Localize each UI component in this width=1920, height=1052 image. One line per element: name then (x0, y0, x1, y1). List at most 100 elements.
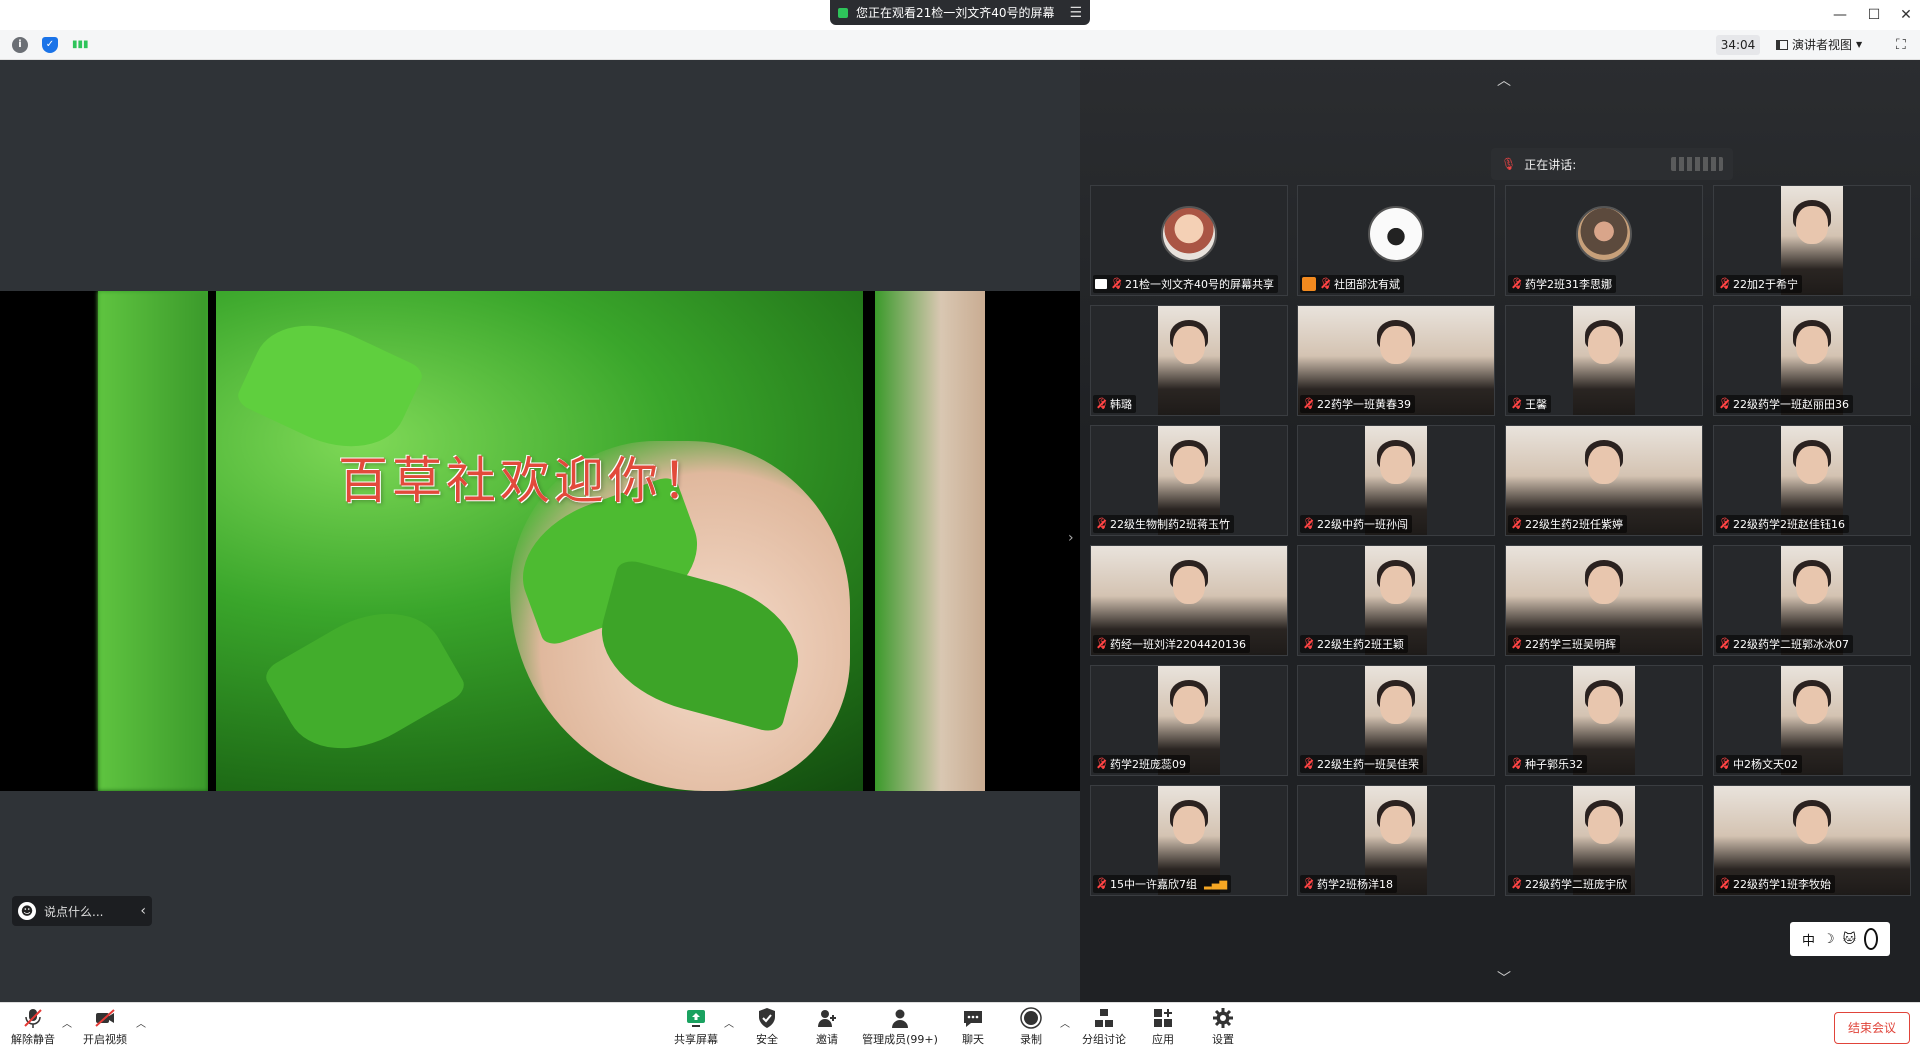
meeting-toolbar: 解除静音 ︿ 开启视频 ︿ 共享屏幕 ︿ 安全 邀请 管理成员(99+) 聊天 … (0, 1002, 1920, 1052)
record-label: 录制 (1020, 1033, 1042, 1046)
ime-toolbar[interactable]: 中 ☽ 🐱 (1790, 922, 1890, 956)
security-button[interactable]: 安全 (750, 1007, 784, 1051)
participant-label: 🎙 韩璐 (1093, 395, 1136, 413)
participant-tile[interactable]: 🎙 药经一班刘洋2204420136 (1090, 545, 1288, 656)
video-person-face (1173, 566, 1205, 604)
participant-tile[interactable]: 🎙 韩璐 (1090, 305, 1288, 416)
participant-label: 🎙 22级生药2班任紫婷 (1508, 515, 1627, 533)
unmute-button[interactable]: 解除静音 (10, 1007, 56, 1051)
chat-label: 聊天 (962, 1033, 984, 1046)
participant-tile[interactable]: 🎙 中2杨文天02 (1713, 665, 1911, 776)
share-options-caret[interactable]: ︿ (724, 1015, 734, 1030)
start-video-button[interactable]: 开启视频 (82, 1007, 128, 1051)
participant-tile[interactable]: 🎙 22级生物制药2班蒋玉竹 (1090, 425, 1288, 536)
participant-tile[interactable]: 🎙 22级药学1班李牧始 (1713, 785, 1911, 896)
shared-slide: 百草社欢迎你！ (0, 291, 1080, 791)
participant-tile[interactable]: 🎙 22级药学二班庞宇欣 (1505, 785, 1703, 896)
ime-language[interactable]: 中 (1802, 930, 1815, 949)
video-person-face (1796, 806, 1828, 844)
active-speaker-indicator: 🎙 正在讲话: (1491, 148, 1733, 180)
participant-tile[interactable]: 🎙 社团部沈有斌 (1297, 185, 1495, 296)
settings-button[interactable]: 设置 (1206, 1007, 1240, 1051)
participant-name: 22药学一班黄春39 (1317, 398, 1411, 411)
chat-bubble-input[interactable]: ☻ 说点什么... ‹ (12, 896, 152, 926)
meeting-status-strip: i ✓ ▮▮▮ 34:04 演讲者视图 ▼ ⛶ (0, 30, 1920, 60)
participant-tile[interactable]: 🎙 22级生药2班任紫婷 (1505, 425, 1703, 536)
participant-tile[interactable]: 🎙 22级生药一班吴佳荣 (1297, 665, 1495, 776)
settings-label: 设置 (1212, 1033, 1234, 1046)
participant-tile[interactable]: 🎙 22药学三班吴明辉 (1505, 545, 1703, 656)
participant-tile[interactable]: 🎙 21检一刘文齐40号的屏幕共享 (1090, 185, 1288, 296)
participant-name: 22级药学2班赵佳钰16 (1733, 518, 1845, 531)
shield-icon[interactable]: ✓ (42, 37, 58, 53)
participant-label: 🎙 22加2于希宁 (1716, 275, 1802, 293)
mic-muted-icon: 🎙 (1110, 277, 1124, 290)
mic-muted-icon: 🎙 (1302, 757, 1316, 770)
participant-name: 22加2于希宁 (1733, 278, 1798, 291)
participant-tile[interactable]: 🎙 药学2班31李思娜 (1505, 185, 1703, 296)
audio-options-caret[interactable]: ︿ (62, 1015, 72, 1030)
mic-muted-icon: 🎙 (1095, 517, 1109, 530)
participant-tile[interactable]: 🎙 药学2班庞蕊09 (1090, 665, 1288, 776)
mic-muted-icon: 🎙 (1095, 877, 1109, 890)
security-label: 安全 (756, 1033, 778, 1046)
info-icon[interactable]: i (12, 37, 28, 53)
avatar (1576, 206, 1632, 262)
gallery-scroll-down-icon[interactable]: ﹀ (1494, 968, 1514, 988)
record-button[interactable]: 录制 (1014, 1007, 1048, 1051)
screen-share-icon (1095, 279, 1107, 289)
collapse-gallery-icon[interactable]: › (1068, 530, 1080, 550)
chat-button[interactable]: 聊天 (956, 1007, 990, 1051)
chevron-left-icon[interactable]: ‹ (140, 903, 146, 919)
breakout-label: 分组讨论 (1082, 1033, 1126, 1046)
participant-tile[interactable]: 🎙 22级药学一班赵丽田36 (1713, 305, 1911, 416)
viewing-banner[interactable]: 您正在观看21检一刘文齐40号的屏幕 ☰ (830, 0, 1090, 25)
participant-label: 🎙 药经一班刘洋2204420136 (1093, 635, 1250, 653)
participant-tile[interactable]: 🎙 22加2于希宁 (1713, 185, 1911, 296)
emoji-icon[interactable]: ☻ (18, 902, 36, 920)
moon-icon[interactable]: ☽ (1823, 932, 1835, 947)
participant-label: 🎙 21检一刘文齐40号的屏幕共享 (1093, 275, 1278, 293)
video-feed (1158, 306, 1220, 415)
end-meeting-button[interactable]: 结束会议 (1834, 1012, 1910, 1044)
manage-participants-button[interactable]: 管理成员(99+) (860, 1007, 940, 1051)
share-screen-button[interactable]: 共享屏幕 (672, 1007, 720, 1051)
video-person-face (1796, 446, 1828, 484)
participant-tile[interactable]: 🎙 药学2班杨洋18 (1297, 785, 1495, 896)
window-title-bar: 您正在观看21检一刘文齐40号的屏幕 ☰ — ☐ ✕ (0, 0, 1920, 30)
participant-name: 药学2班杨洋18 (1317, 878, 1393, 891)
video-options-caret[interactable]: ︿ (136, 1015, 146, 1030)
record-options-caret[interactable]: ︿ (1060, 1015, 1070, 1030)
participant-tile[interactable]: 🎙 22级生药2班王颖 (1297, 545, 1495, 656)
slide-right-edge (875, 291, 985, 791)
apps-button[interactable]: 应用 (1146, 1007, 1180, 1051)
ime-logo-icon[interactable] (1864, 928, 1878, 950)
participant-tile[interactable]: 🎙 王馨 (1505, 305, 1703, 416)
signal-strength-icon[interactable]: ▮▮▮ (72, 37, 89, 53)
participant-tile[interactable]: 🎙 22级中药一班孙闯 (1297, 425, 1495, 536)
mic-muted-icon: 🎙 (1319, 277, 1333, 290)
breakout-rooms-button[interactable]: 分组讨论 (1080, 1007, 1128, 1051)
video-off-icon (95, 1009, 115, 1027)
view-mode-button[interactable]: 演讲者视图 ▼ (1776, 35, 1882, 55)
participant-name: 中2杨文天02 (1733, 758, 1798, 771)
participant-label: 🎙 22药学三班吴明辉 (1508, 635, 1620, 653)
banner-menu-icon[interactable]: ☰ (1069, 5, 1082, 21)
participant-tile[interactable]: 🎙 种子郭乐32 (1505, 665, 1703, 776)
minimize-button[interactable]: — (1828, 4, 1852, 26)
gallery-scroll-up-icon[interactable]: ︿ (1494, 70, 1514, 90)
maximize-button[interactable]: ☐ (1862, 4, 1886, 26)
signal-icon: ▂▄▆ (1204, 878, 1228, 890)
fullscreen-icon[interactable]: ⛶ (1896, 36, 1914, 54)
close-window-button[interactable]: ✕ (1894, 4, 1918, 26)
participant-tile[interactable]: 🎙 22级药学二班郭冰冰07 (1713, 545, 1911, 656)
participant-tile[interactable]: 🎙 22级药学2班赵佳钰16 (1713, 425, 1911, 536)
chat-icon (964, 1011, 982, 1027)
cat-icon[interactable]: 🐱 (1843, 932, 1857, 947)
invite-label: 邀请 (816, 1033, 838, 1046)
invite-button[interactable]: 邀请 (810, 1007, 844, 1051)
mic-muted-icon: 🎙 (1510, 637, 1524, 650)
meeting-timer: 34:04 (1716, 35, 1760, 55)
participant-tile[interactable]: 🎙 15中一许嘉欣7组 ▂▄▆ (1090, 785, 1288, 896)
participant-tile[interactable]: 🎙 22药学一班黄春39 (1297, 305, 1495, 416)
